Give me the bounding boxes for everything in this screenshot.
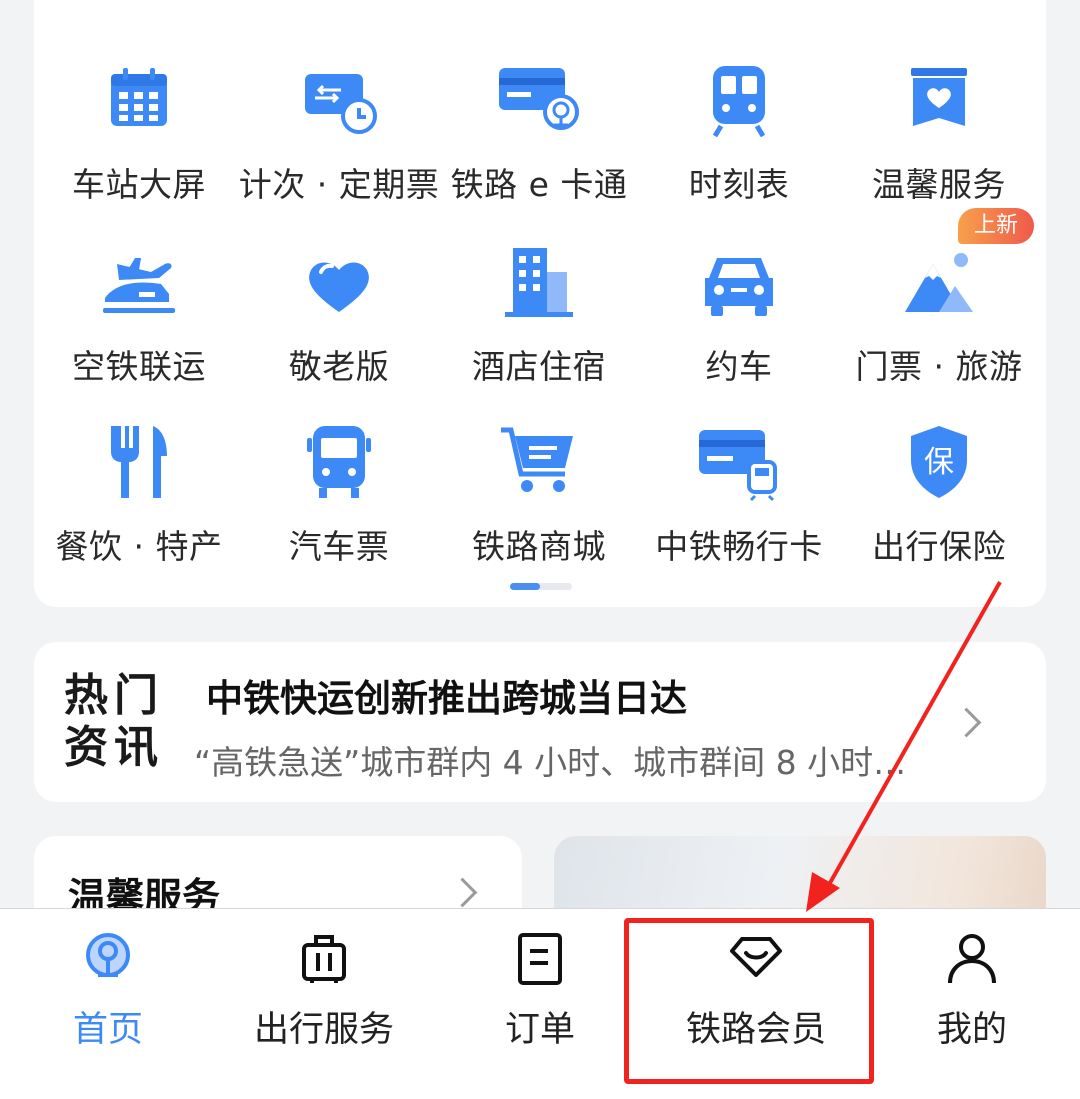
annotation-arrow bbox=[806, 581, 1002, 912]
